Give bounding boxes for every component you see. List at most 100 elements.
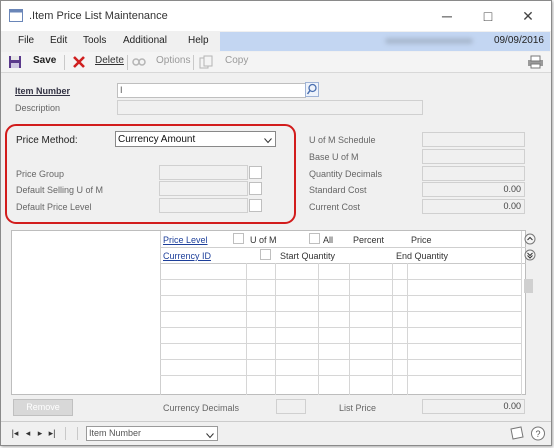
- item-lookup-icon[interactable]: [305, 82, 319, 100]
- status-separator: [77, 427, 78, 440]
- help-icon[interactable]: ?: [530, 426, 546, 444]
- blurred-user-name: [385, 38, 473, 44]
- note-icon[interactable]: [509, 426, 525, 444]
- price-level-lookup-icon[interactable]: [233, 233, 244, 244]
- price-group-label: Price Group: [16, 169, 65, 179]
- maximize-button[interactable]: □: [477, 7, 499, 25]
- current-cost-value: 0.00: [503, 201, 521, 211]
- grid-row-line: [160, 311, 522, 312]
- minimize-button[interactable]: ─: [436, 7, 458, 25]
- default-selling-uom-label: Default Selling U of M: [16, 185, 104, 195]
- menu-additional[interactable]: Additional: [123, 35, 167, 46]
- toolbar-separator: [193, 55, 194, 70]
- grid-col-line: [246, 263, 247, 395]
- standard-cost-field: 0.00: [422, 182, 525, 197]
- options-icon: [132, 56, 146, 71]
- svg-text:?: ?: [535, 429, 540, 439]
- options-button[interactable]: Options: [156, 55, 190, 66]
- price-list-grid: Price Level U of M All Percent Price Cur…: [11, 230, 536, 395]
- grid-col-line: [349, 263, 350, 395]
- price-list-window: .Item Price List Maintenance ─ □ ✕ File …: [0, 0, 552, 446]
- list-price-label: List Price: [339, 403, 377, 413]
- list-price-value: 0.00: [503, 401, 521, 411]
- default-selling-uom-lookup-icon[interactable]: [249, 182, 262, 195]
- collapse-icon[interactable]: [524, 249, 536, 264]
- toolbar: Save Delete Options Copy: [1, 52, 551, 73]
- grid-row-line: [160, 327, 522, 328]
- remove-button[interactable]: Remove: [13, 399, 73, 416]
- base-uom-label: Base U of M: [309, 152, 359, 162]
- description-field[interactable]: [117, 100, 423, 115]
- currency-decimals-label: Currency Decimals: [163, 403, 240, 413]
- grid-col-line: [318, 263, 319, 395]
- first-record-icon[interactable]: |◂: [10, 427, 20, 439]
- copy-button[interactable]: Copy: [225, 55, 248, 66]
- price-group-field[interactable]: [159, 165, 248, 180]
- uom-schedule-field: [422, 132, 525, 147]
- menu-edit[interactable]: Edit: [50, 35, 67, 46]
- remove-label: Remove: [26, 402, 60, 412]
- all-header: All: [323, 235, 334, 245]
- toolbar-separator: [127, 55, 128, 70]
- toolbar-separator: [64, 55, 65, 70]
- grid-scrollbar-thumb[interactable]: [524, 279, 533, 293]
- delete-button[interactable]: Delete: [95, 55, 124, 66]
- expand-icon[interactable]: [524, 233, 536, 248]
- sort-order-value: Item Number: [89, 428, 142, 438]
- default-price-level-field[interactable]: [159, 198, 248, 213]
- standard-cost-label: Standard Cost: [309, 185, 367, 195]
- item-number-value: I: [120, 85, 123, 95]
- price-method-dropdown[interactable]: Currency Amount: [115, 131, 276, 147]
- user-date-panel: 09/09/2016: [220, 32, 550, 51]
- default-price-level-label: Default Price Level: [16, 202, 92, 212]
- chevron-down-icon: [264, 136, 272, 147]
- sort-order-dropdown[interactable]: Item Number: [86, 426, 218, 441]
- uom-schedule-label: U of M Schedule: [309, 135, 376, 145]
- default-price-level-lookup-icon[interactable]: [249, 199, 262, 212]
- default-selling-uom-field[interactable]: [159, 181, 248, 196]
- base-uom-field: [422, 149, 525, 164]
- user-date: 09/09/2016: [493, 35, 544, 46]
- current-cost-field: 0.00: [422, 199, 525, 214]
- grid-row-line: [160, 359, 522, 360]
- currency-lookup-icon[interactable]: [260, 249, 271, 260]
- currency-id-header[interactable]: Currency ID: [163, 251, 211, 261]
- previous-record-icon[interactable]: ◂: [23, 427, 33, 439]
- title-bar: .Item Price List Maintenance ─ □ ✕: [1, 1, 551, 31]
- item-number-field[interactable]: I: [117, 83, 306, 98]
- last-record-icon[interactable]: ▸|: [47, 427, 57, 439]
- quantity-decimals-label: Quantity Decimals: [309, 169, 383, 179]
- current-cost-label: Current Cost: [309, 202, 361, 212]
- menu-tools[interactable]: Tools: [83, 35, 106, 46]
- grid-scroll-edge: [521, 231, 522, 395]
- menu-file[interactable]: File: [18, 35, 34, 46]
- uom-lookup-icon[interactable]: [309, 233, 320, 244]
- price-group-lookup-icon[interactable]: [249, 166, 262, 179]
- list-price-field: 0.00: [422, 399, 525, 414]
- grid-divider: [160, 231, 161, 395]
- copy-icon: [199, 55, 214, 72]
- status-bar: |◂ ◂ ▸ ▸| Item Number ?: [1, 421, 551, 445]
- standard-cost-value: 0.00: [503, 184, 521, 194]
- grid-row-line: [160, 375, 522, 376]
- app-window-icon: [9, 9, 23, 22]
- grid-col-line: [407, 263, 408, 395]
- status-separator: [65, 427, 66, 440]
- save-button[interactable]: Save: [33, 55, 56, 66]
- menu-help[interactable]: Help: [188, 35, 209, 46]
- grid-row-line: [160, 279, 522, 280]
- start-quantity-header: Start Quantity: [280, 251, 336, 261]
- next-record-icon[interactable]: ▸: [35, 427, 45, 439]
- grid-col-line: [392, 263, 393, 395]
- chevron-down-icon: [206, 431, 214, 442]
- end-quantity-header: End Quantity: [396, 251, 449, 261]
- delete-icon: [72, 55, 86, 72]
- quantity-decimals-field: [422, 166, 525, 181]
- print-icon[interactable]: [527, 55, 545, 72]
- price-method-label: Price Method:: [16, 135, 78, 146]
- description-label: Description: [15, 103, 61, 113]
- grid-header-divider: [160, 263, 526, 264]
- price-level-header[interactable]: Price Level: [163, 235, 208, 245]
- item-number-label: Item Number: [15, 86, 71, 96]
- close-button[interactable]: ✕: [517, 7, 539, 25]
